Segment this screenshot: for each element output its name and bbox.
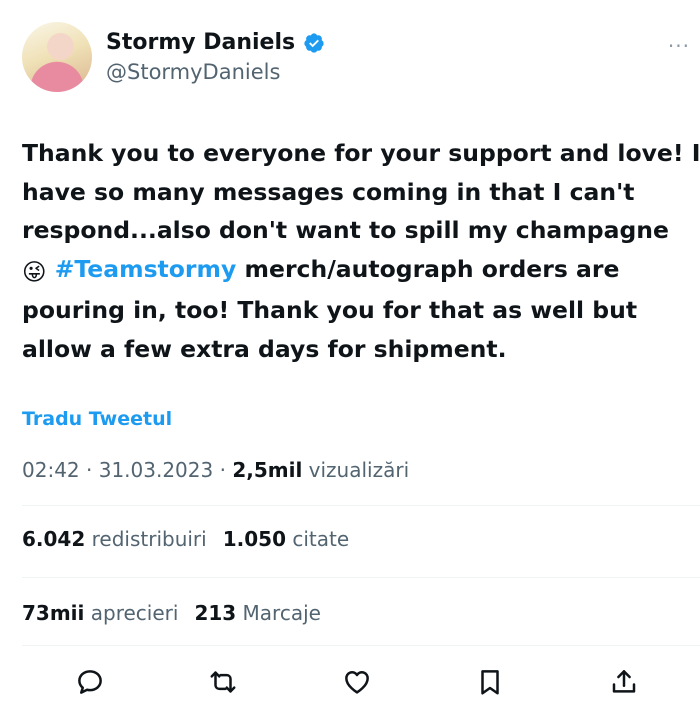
likes-bookmarks-stats: 73mii aprecieri 213 Marcaje xyxy=(22,601,321,625)
retweets-stat[interactable]: 6.042 redistribuiri xyxy=(22,527,207,551)
reply-icon xyxy=(78,670,102,694)
tweet-meta: 02:42 · 31.03.2023 · 2,5mil vizualizări xyxy=(22,458,409,482)
views-label: vizualizări xyxy=(302,458,410,482)
hashtag-link[interactable]: #Teamstormy xyxy=(55,255,237,283)
like-icon xyxy=(345,671,369,694)
retweets-label: redistribuiri xyxy=(85,527,207,551)
likes-stat[interactable]: 73mii aprecieri xyxy=(22,601,178,625)
quotes-label: citate xyxy=(285,527,350,551)
tweet-text-segment: merch/autograph orders are xyxy=(236,254,620,283)
quotes-stat[interactable]: 1.050 citate xyxy=(223,527,349,551)
bookmark-button[interactable] xyxy=(470,662,510,702)
quotes-count: 1.050 xyxy=(222,527,286,551)
likes-label: aprecieri xyxy=(84,601,179,625)
views-count: 2,5mil xyxy=(232,458,303,482)
author-display-name[interactable]: Stormy Daniels xyxy=(106,30,295,55)
tweet-line: Thank you to everyone for your support a… xyxy=(22,139,700,167)
reply-button[interactable] xyxy=(70,662,110,702)
retweets-count: 6.042 xyxy=(22,527,86,551)
share-button[interactable] xyxy=(604,662,644,702)
action-bar xyxy=(0,662,700,708)
more-options-icon[interactable]: ··· xyxy=(668,34,690,58)
retweet-button[interactable] xyxy=(203,662,243,702)
divider xyxy=(22,577,700,578)
tweet-line: allow a few extra days for shipment. xyxy=(22,334,507,363)
avatar[interactable] xyxy=(22,22,92,92)
retweet-quote-stats: 6.042 redistribuiri 1.050 citate xyxy=(22,527,349,551)
tweet-line: respond...also don't want to spill my ch… xyxy=(22,216,669,244)
divider xyxy=(22,505,700,506)
meta-separator: · xyxy=(79,458,99,482)
like-button[interactable] xyxy=(337,662,377,702)
bookmarks-count: 213 xyxy=(194,601,237,625)
likes-count: 73mii xyxy=(22,601,85,625)
verified-badge-icon xyxy=(304,32,324,53)
meta-separator: · xyxy=(213,458,233,482)
translate-tweet-link[interactable]: Tradu Tweetul xyxy=(22,408,172,430)
winking-tongue-emoji-icon: 😜 xyxy=(22,257,47,286)
author-handle[interactable]: @StormyDaniels xyxy=(106,60,280,84)
divider xyxy=(22,645,700,646)
author-name-row: Stormy Daniels xyxy=(106,30,325,55)
tweet-time[interactable]: 02:42 xyxy=(22,458,80,482)
tweet-line: have so many messages coming in that I c… xyxy=(22,177,635,206)
share-icon xyxy=(612,670,636,693)
tweet-line: 😜 #Teamstormy merch/autograph orders are xyxy=(22,250,690,292)
bookmark-icon xyxy=(481,670,499,695)
bookmarks-stat[interactable]: 213 Marcaje xyxy=(194,601,321,625)
bookmarks-label: Marcaje xyxy=(236,601,321,625)
tweet-text: Thank you to everyone for your support a… xyxy=(22,134,700,368)
tweet-line: pouring in, too! Thank you for that as w… xyxy=(22,296,638,324)
tweet-date[interactable]: 31.03.2023 xyxy=(99,458,214,482)
retweet-icon xyxy=(210,671,236,693)
